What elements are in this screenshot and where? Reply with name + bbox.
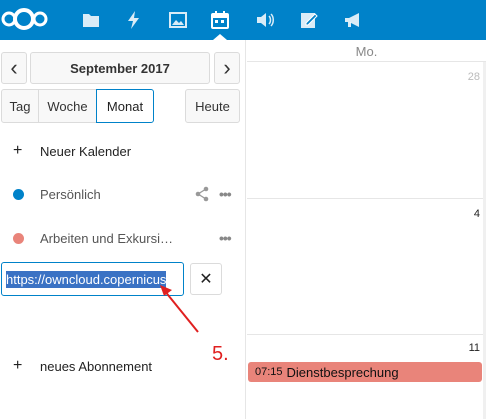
previous-button[interactable]: ‹ xyxy=(1,52,27,84)
new-subscription-item[interactable]: + neues Abonnement xyxy=(0,346,246,386)
event-time: 07:15 xyxy=(255,366,283,378)
week-row[interactable]: 28 xyxy=(247,63,486,199)
share-icon[interactable] xyxy=(194,186,210,202)
week-row[interactable]: 4 xyxy=(247,200,486,335)
activity-icon[interactable] xyxy=(122,8,146,32)
new-calendar-label: Neuer Kalender xyxy=(40,143,132,159)
day-number: 11 xyxy=(468,342,480,354)
selected-url-text: https://owncloud.copernicus xyxy=(6,270,167,288)
day-number: 28 xyxy=(467,71,480,83)
files-icon[interactable] xyxy=(79,8,103,32)
weekday-header: Mo. xyxy=(247,40,486,62)
view-week-button[interactable]: Woche xyxy=(38,89,97,123)
calendar-sidebar: ‹ September 2017 › Tag Woche Monat Heute… xyxy=(0,40,246,419)
month-calendar: Mo. 28 4 11 07:15 Dienstbesprechung xyxy=(247,40,486,419)
calendar-item-arbeiten[interactable]: Arbeiten und Exkursi… ••• xyxy=(0,218,246,258)
day-number: 4 xyxy=(473,208,480,220)
gallery-icon[interactable] xyxy=(166,8,190,32)
calendar-label: Arbeiten und Exkursi… xyxy=(40,230,173,246)
more-options-icon[interactable]: ••• xyxy=(219,186,232,202)
next-button[interactable]: › xyxy=(214,52,240,84)
view-day-button[interactable]: Tag xyxy=(1,89,39,123)
calendar-item-personal[interactable]: Persönlich ••• xyxy=(0,174,246,214)
calendar-color-dot xyxy=(13,232,24,244)
calendar-label: Persönlich xyxy=(40,186,101,202)
plus-icon: + xyxy=(13,142,23,159)
today-button[interactable]: Heute xyxy=(185,89,240,123)
calendar-color-dot xyxy=(13,188,24,200)
top-header xyxy=(0,0,486,40)
new-calendar-item[interactable]: + Neuer Kalender xyxy=(0,131,246,171)
current-date-button[interactable]: September 2017 xyxy=(30,52,210,84)
nextcloud-logo-icon[interactable] xyxy=(0,4,50,34)
notes-icon[interactable] xyxy=(297,8,321,32)
calendar-event[interactable]: 07:15 Dienstbesprechung xyxy=(248,362,482,382)
new-subscription-label: neues Abonnement xyxy=(40,358,153,374)
annotation-arrow-icon xyxy=(160,285,199,333)
plus-icon: + xyxy=(13,357,23,374)
event-title: Dienstbesprechung xyxy=(286,364,399,380)
calendar-icon[interactable] xyxy=(208,8,232,32)
view-month-button[interactable]: Monat xyxy=(96,89,154,123)
more-options-icon[interactable]: ••• xyxy=(219,230,232,246)
announcements-icon[interactable] xyxy=(341,8,365,32)
audio-icon[interactable] xyxy=(253,8,277,32)
